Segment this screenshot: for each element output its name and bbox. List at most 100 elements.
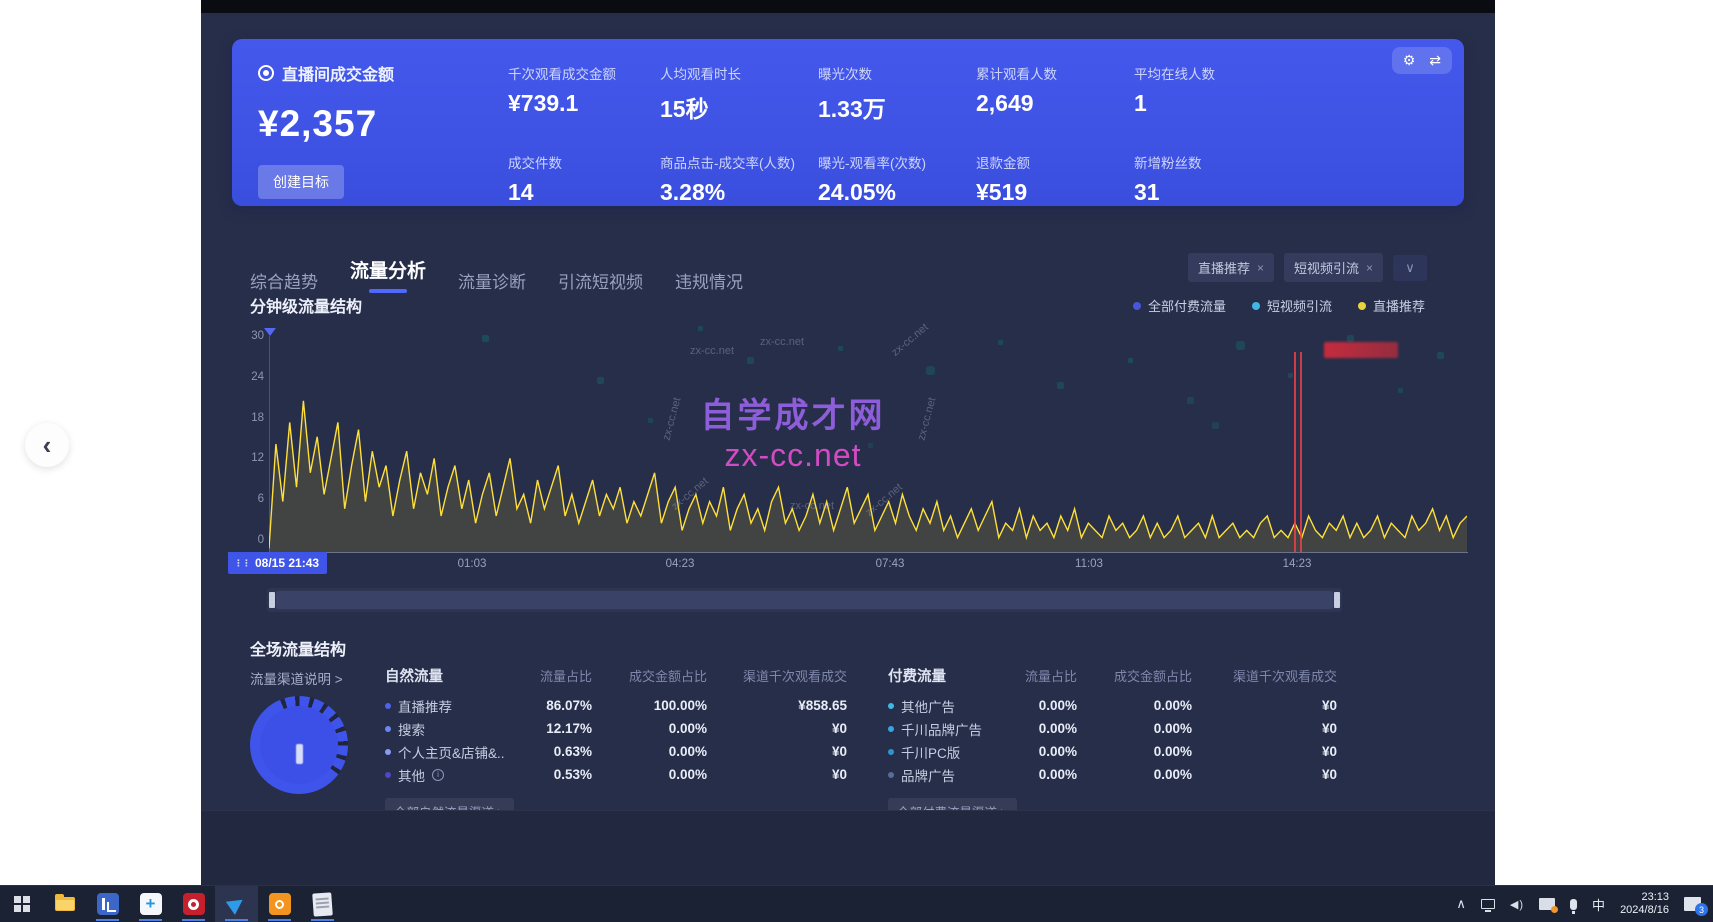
taskbar-file-explorer[interactable] (43, 886, 86, 922)
natural-table-title: 自然流量 (385, 665, 517, 686)
minute-traffic-chart: 0 6 12 18 24 30 自学成才网 zx-cc.net (228, 328, 1468, 560)
alert-badge[interactable] (1324, 342, 1398, 358)
traffic-donut-chart[interactable] (250, 696, 348, 794)
volume-icon[interactable]: ◀) (1510, 898, 1524, 911)
tab-overall-trend[interactable]: 综合趋势 (250, 268, 318, 293)
notification-center-icon[interactable]: 3 (1684, 897, 1701, 911)
metric-value: 1.33万 (818, 90, 976, 124)
back-button[interactable]: ‹ (25, 423, 69, 467)
chart-noise-dots (228, 328, 233, 333)
table-row[interactable]: 千川PC版 0.00% 0.00% ¥0 (888, 740, 1337, 763)
brush-handle-right[interactable] (1334, 592, 1340, 608)
metric-value: 31 (1134, 179, 1284, 206)
bottom-strip (201, 810, 1495, 885)
taskbar-app-teal[interactable]: + (129, 886, 172, 922)
filter-tag-short-video[interactable]: 短视频引流 × (1284, 253, 1383, 282)
notepad-icon (312, 892, 333, 916)
window-top-bar (201, 0, 1495, 13)
metric-value: ¥739.1 (508, 90, 660, 117)
series-dot-icon (385, 703, 391, 709)
metric-label: 曝光-观看率(次数) (818, 152, 976, 172)
windows-logo-icon (14, 896, 30, 912)
metric-label: 曝光次数 (818, 63, 976, 83)
table-row[interactable]: 个人主页&店铺&.. 0.63% 0.00% ¥0 (385, 740, 847, 763)
channel-info-link[interactable]: 流量渠道说明 > (250, 668, 343, 688)
line-plot[interactable] (269, 336, 1467, 552)
chart-cursor-line (1294, 352, 1296, 552)
create-goal-button[interactable]: 创建目标 (258, 165, 344, 199)
taskbar-clock[interactable]: 23:13 2024/8/16 (1620, 891, 1669, 917)
paid-table-title: 付费流量 (888, 665, 1005, 686)
tray-expand-icon[interactable]: ∧ (1456, 896, 1466, 912)
tab-violations[interactable]: 违规情况 (675, 268, 743, 293)
metric-label: 千次观看成交金额 (508, 63, 660, 83)
metric-value: 15秒 (660, 90, 818, 124)
tab-traffic-analysis[interactable]: 流量分析 (350, 256, 426, 293)
hero-title: 直播间成交金额 (282, 61, 394, 85)
folder-icon (55, 897, 75, 911)
swap-metrics-icon[interactable]: ⇄ (1429, 52, 1441, 69)
hero-toolbar: ⚙ ⇄ (1392, 47, 1452, 74)
info-icon[interactable] (432, 769, 444, 781)
x-axis-line (228, 552, 1468, 553)
display-capture-icon[interactable] (1539, 898, 1555, 910)
filter-tag-live-recommend[interactable]: 直播推荐 × (1188, 253, 1274, 282)
col-header-gmv-share: 成交金额占比 (1077, 666, 1192, 685)
metric-value: 1 (1134, 90, 1284, 117)
time-range-chip[interactable]: ⋮⋮ 08/15 21:43 (228, 552, 327, 574)
taskbar-app-notepad[interactable] (301, 886, 344, 922)
paid-traffic-table: 付费流量 流量占比 成交金额占比 渠道千次观看成交 其他广告 0.00% 0.0… (888, 662, 1337, 825)
timeline-brush[interactable] (267, 588, 1342, 612)
windows-taskbar: + ∧ ◀) 中 23:13 2024/8/16 3 (0, 885, 1713, 922)
remove-tag-icon[interactable]: × (1257, 261, 1264, 275)
metric-value: ¥519 (976, 179, 1134, 206)
taskbar-app-blue[interactable] (86, 886, 129, 922)
metric-label: 成交件数 (508, 152, 660, 172)
donut-label-mark (296, 744, 303, 764)
remove-tag-icon[interactable]: × (1366, 261, 1373, 275)
taskbar-app-browser[interactable] (215, 886, 258, 922)
metric-label: 平均在线人数 (1134, 63, 1284, 83)
chart-cursor-line (1300, 352, 1302, 552)
legend-live-recommend[interactable]: 直播推荐 (1358, 296, 1425, 315)
overall-section-title: 全场流量结构 (250, 636, 346, 660)
chart-legend: 全部付费流量 短视频引流 直播推荐 (1133, 296, 1425, 315)
taskbar-app-red[interactable] (172, 886, 215, 922)
taskbar-app-orange[interactable] (258, 886, 301, 922)
filter-dropdown-caret-icon[interactable]: ∨ (1393, 255, 1427, 281)
series-dot-icon (385, 772, 391, 778)
table-row[interactable]: 千川品牌广告 0.00% 0.00% ¥0 (888, 717, 1337, 740)
tab-traffic-diagnosis[interactable]: 流量诊断 (458, 268, 526, 293)
table-row[interactable]: 品牌广告 0.00% 0.00% ¥0 (888, 763, 1337, 786)
target-icon (258, 65, 274, 81)
metric-label: 退款金额 (976, 152, 1134, 172)
microphone-icon[interactable] (1570, 899, 1577, 910)
dashboard: 直播间成交金额 ¥2,357 创建目标 千次观看成交金额¥739.1 人均观看时… (201, 0, 1495, 885)
x-axis-labels: ⋮⋮ 08/15 21:43 01:03 04:23 07:43 11:03 1… (228, 556, 1468, 578)
series-dot-icon (888, 726, 894, 732)
legend-dot-icon (1252, 302, 1260, 310)
series-dot-icon (888, 772, 894, 778)
metric-label: 累计观看人数 (976, 63, 1134, 83)
network-icon[interactable] (1481, 899, 1495, 909)
legend-dot-icon (1358, 302, 1366, 310)
legend-all-paid[interactable]: 全部付费流量 (1133, 296, 1226, 315)
metric-label: 新增粉丝数 (1134, 152, 1284, 172)
start-button[interactable] (0, 886, 43, 922)
settings-gear-icon[interactable]: ⚙ (1403, 52, 1416, 69)
table-row[interactable]: 其他广告 0.00% 0.00% ¥0 (888, 694, 1337, 717)
metric-label: 商品点击-成交率(人数) (660, 152, 818, 172)
table-row[interactable]: 直播推荐 86.07% 100.00% ¥858.65 (385, 694, 847, 717)
metric-value: 3.28% (660, 179, 818, 206)
col-header-gmv-share: 成交金额占比 (592, 666, 707, 685)
hero-value: ¥2,357 (258, 103, 394, 145)
legend-short-video[interactable]: 短视频引流 (1252, 296, 1332, 315)
table-row[interactable]: 其他 0.53% 0.00% ¥0 (385, 763, 847, 786)
table-row[interactable]: 搜索 12.17% 0.00% ¥0 (385, 717, 847, 740)
brush-handle-left[interactable] (269, 592, 275, 608)
col-header-gpm: 渠道千次观看成交 (707, 666, 847, 685)
brush-selected-range[interactable] (276, 591, 1333, 609)
series-dot-icon (385, 726, 391, 732)
tab-short-video[interactable]: 引流短视频 (558, 268, 643, 293)
ime-indicator[interactable]: 中 (1592, 895, 1605, 914)
